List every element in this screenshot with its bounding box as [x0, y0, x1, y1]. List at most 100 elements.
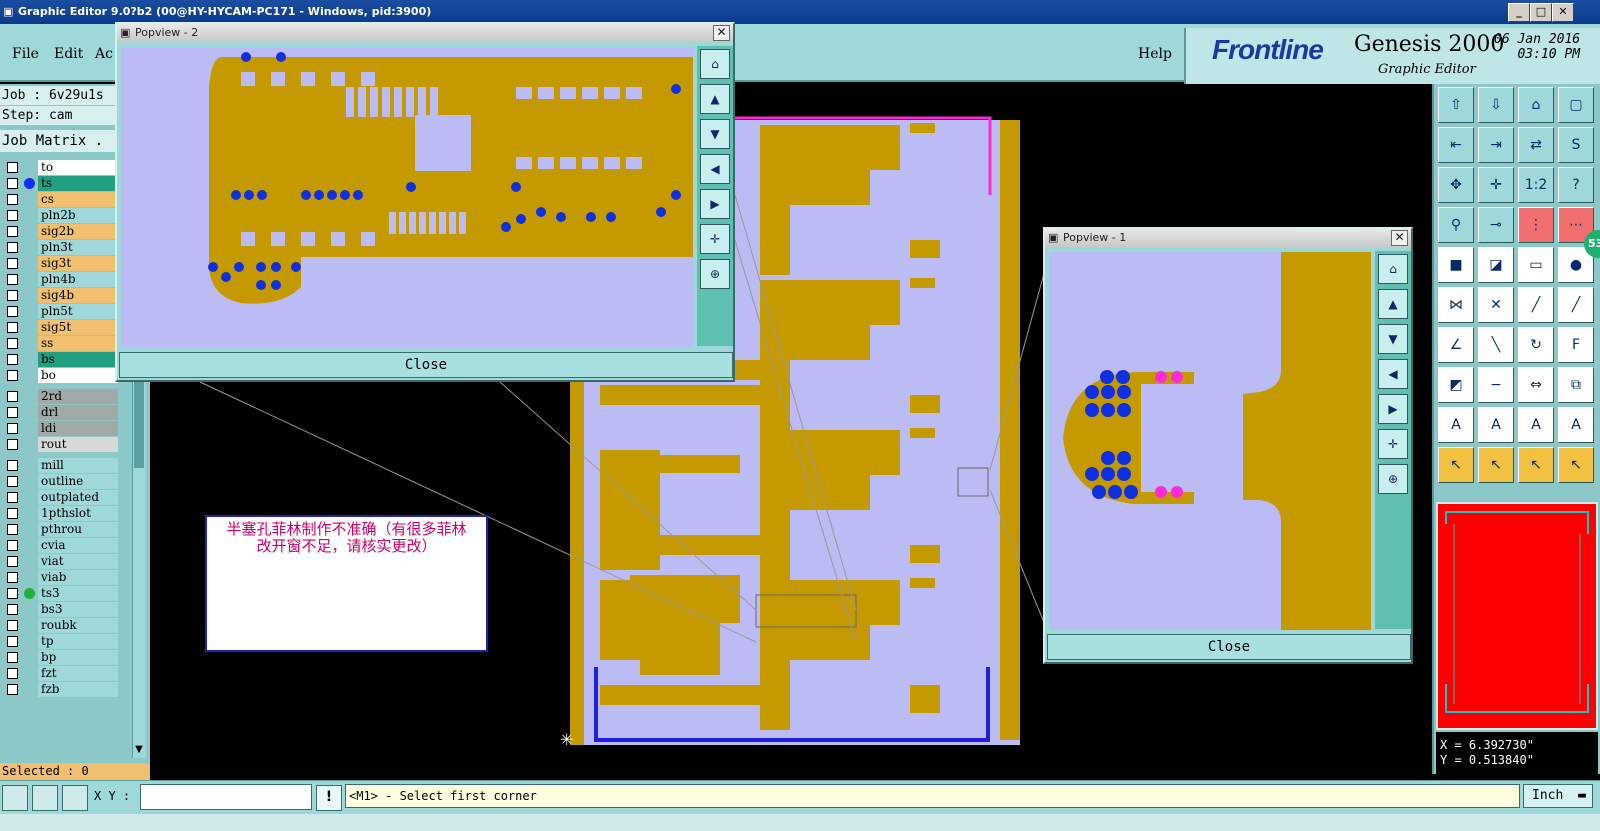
key-icon[interactable]: ⊸: [1478, 207, 1514, 243]
window-icon[interactable]: ▢: [1558, 87, 1594, 123]
layer-row-pln5t[interactable]: pln5t: [4, 304, 118, 319]
layer-row-rout[interactable]: rout: [4, 437, 118, 452]
cross-icon[interactable]: ✕: [1478, 287, 1514, 323]
pv2-zoom-in-icon[interactable]: ▲: [700, 84, 730, 114]
layer-checkbox[interactable]: [7, 354, 18, 365]
pv1-zoom-out-icon[interactable]: ▼: [1378, 324, 1408, 354]
layer-checkbox[interactable]: [7, 290, 18, 301]
text-a-icon[interactable]: A: [1438, 407, 1474, 443]
layer-row-ts3[interactable]: ts3: [4, 586, 118, 601]
layer-row-sig2b[interactable]: sig2b: [4, 224, 118, 239]
layer-row-cs[interactable]: cs: [4, 192, 118, 207]
pv2-center-icon[interactable]: ⊕: [700, 259, 730, 289]
angle-icon[interactable]: ∠: [1438, 327, 1474, 363]
layer-checkbox[interactable]: [7, 423, 18, 434]
layer-row-bs[interactable]: bs: [4, 352, 118, 367]
layer-row-pln3t[interactable]: pln3t: [4, 240, 118, 255]
line-icon[interactable]: ╱: [1518, 287, 1554, 323]
popview-2-close-icon[interactable]: ✕: [713, 25, 730, 41]
pointer-icon[interactable]: ↖: [1438, 447, 1474, 483]
pointer2-icon[interactable]: ↖: [1478, 447, 1514, 483]
layer-row-sig3t[interactable]: sig3t: [4, 256, 118, 271]
popview-2-canvas[interactable]: [121, 47, 693, 347]
layer-row-viab[interactable]: viab: [4, 570, 118, 585]
layer-row-fzt[interactable]: fzt: [4, 666, 118, 681]
diagonal-icon[interactable]: ╲: [1478, 327, 1514, 363]
layer-row-bp[interactable]: bp: [4, 650, 118, 665]
layer-checkbox[interactable]: [7, 668, 18, 679]
minimize-button[interactable]: _: [1508, 3, 1530, 22]
close-window-button[interactable]: ✕: [1552, 3, 1574, 22]
measure-icon[interactable]: [32, 785, 58, 811]
layer-row-ldi[interactable]: ldi: [4, 421, 118, 436]
popview-1-close-icon[interactable]: ✕: [1391, 230, 1408, 246]
select-mode-icon[interactable]: [2, 785, 28, 811]
pv2-fit-icon[interactable]: ✛: [700, 224, 730, 254]
layer-row-viat[interactable]: viat: [4, 554, 118, 569]
layer-row-sig5t[interactable]: sig5t: [4, 320, 118, 335]
swap-icon[interactable]: ⇄: [1518, 127, 1554, 163]
layer-checkbox[interactable]: [7, 540, 18, 551]
layer-row-pln2b[interactable]: pln2b: [4, 208, 118, 223]
pv1-pan-left-icon[interactable]: ◀: [1378, 359, 1408, 389]
menu-file[interactable]: File: [12, 46, 39, 62]
layer-checkbox[interactable]: [7, 439, 18, 450]
layer-checkbox[interactable]: [7, 636, 18, 647]
layer-checkbox[interactable]: [7, 210, 18, 221]
info-icon[interactable]: !: [316, 785, 342, 811]
menu-actions[interactable]: Ac: [95, 46, 113, 62]
popview-2-close-button[interactable]: Close: [119, 352, 733, 378]
grid-icon[interactable]: [62, 785, 88, 811]
draw-icon[interactable]: ◪: [1478, 247, 1514, 283]
minimap[interactable]: [1436, 502, 1598, 730]
layer-checkbox[interactable]: [7, 306, 18, 317]
ruler-icon[interactable]: ▭: [1518, 247, 1554, 283]
pv1-zoom-in-icon[interactable]: ▲: [1378, 289, 1408, 319]
layer-down-icon[interactable]: ⇩: [1478, 87, 1514, 123]
layer-checkbox[interactable]: [7, 194, 18, 205]
fill-icon[interactable]: F: [1558, 327, 1594, 363]
pointer3-icon[interactable]: ↖: [1518, 447, 1554, 483]
layer-row-outline[interactable]: outline: [4, 474, 118, 489]
layer-checkbox[interactable]: [7, 572, 18, 583]
layer-checkbox[interactable]: [7, 162, 18, 173]
group-icon[interactable]: ⧉: [1558, 367, 1594, 403]
units-dropdown[interactable]: Inch ▬: [1523, 784, 1593, 808]
layer-row-mill[interactable]: mill: [4, 458, 118, 473]
text-a4-icon[interactable]: A: [1558, 407, 1594, 443]
layer-row-pthrou[interactable]: pthrou: [4, 522, 118, 537]
move-left-icon[interactable]: ⇤: [1438, 127, 1474, 163]
layer-checkbox[interactable]: [7, 370, 18, 381]
arc-icon[interactable]: ↻: [1518, 327, 1554, 363]
home-icon[interactable]: ⌂: [1518, 87, 1554, 123]
fit-icon[interactable]: ✥: [1438, 167, 1474, 203]
pv1-center-icon[interactable]: ⊕: [1378, 464, 1408, 494]
popview-1-canvas[interactable]: [1049, 252, 1371, 630]
pv2-pan-right-icon[interactable]: ▶: [700, 189, 730, 219]
layer-checkbox[interactable]: [7, 524, 18, 535]
layer-checkbox[interactable]: [7, 258, 18, 269]
layer-row-fzb[interactable]: fzb: [4, 682, 118, 697]
layer-checkbox[interactable]: [7, 492, 18, 503]
menu-help[interactable]: Help: [1138, 46, 1172, 62]
move-right-icon[interactable]: ⇥: [1478, 127, 1514, 163]
net-icon[interactable]: ⋈: [1438, 287, 1474, 323]
layer-row-bs3[interactable]: bs3: [4, 602, 118, 617]
layer-checkbox[interactable]: [7, 652, 18, 663]
popview-1-close-button[interactable]: Close: [1047, 634, 1411, 660]
layer-row-outplated[interactable]: outplated: [4, 490, 118, 505]
pv1-zoom-home-icon[interactable]: ⌂: [1378, 254, 1408, 284]
layer-checkbox[interactable]: [7, 508, 18, 519]
xy-input[interactable]: [140, 784, 312, 810]
layer-checkbox[interactable]: [7, 274, 18, 285]
snap-icon[interactable]: S: [1558, 127, 1594, 163]
layer-checkbox[interactable]: [7, 588, 18, 599]
maximize-button[interactable]: □: [1530, 3, 1552, 22]
pv2-zoom-home-icon[interactable]: ⌂: [700, 49, 730, 79]
text-a3-icon[interactable]: A: [1518, 407, 1554, 443]
layer-row-2rd[interactable]: 2rd: [4, 389, 118, 404]
layer-row-1pthslot[interactable]: 1pthslot: [4, 506, 118, 521]
layer-checkbox[interactable]: [7, 604, 18, 615]
traffic-icon[interactable]: ⋮: [1518, 207, 1554, 243]
layer-checkbox[interactable]: [7, 460, 18, 471]
